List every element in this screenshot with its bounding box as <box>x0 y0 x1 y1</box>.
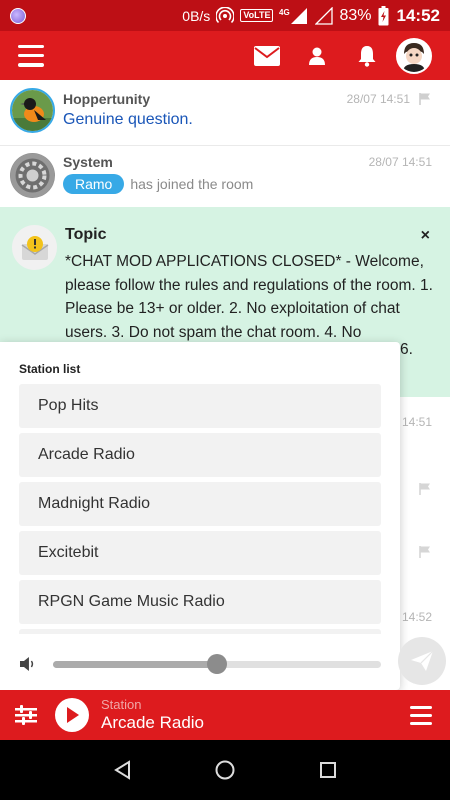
system-nav-bar <box>0 740 450 800</box>
topic-text: *CHAT MOD APPLICATIONS CLOSED* - Welcome… <box>65 253 433 341</box>
volte-badge: VoLTE <box>240 9 274 22</box>
message-time: 14:51 <box>401 415 432 429</box>
system-text: has joined the room <box>130 176 254 192</box>
station-item-partial[interactable] <box>19 629 381 634</box>
menu-icon[interactable] <box>18 44 44 67</box>
flag-icon[interactable] <box>418 545 432 559</box>
station-item[interactable]: Madnight Radio <box>19 482 381 526</box>
topic-title: Topic <box>65 226 107 243</box>
flag-icon[interactable] <box>418 482 432 496</box>
hotspot-icon <box>216 6 235 25</box>
message-username[interactable]: Hoppertunity <box>63 91 150 107</box>
battery-icon <box>378 5 389 26</box>
message-username: System <box>63 154 113 170</box>
station-item[interactable]: RPGN Game Music Radio <box>19 580 381 624</box>
volume-slider[interactable] <box>52 654 381 674</box>
bell-icon[interactable] <box>354 43 380 69</box>
recents-icon[interactable] <box>316 758 340 782</box>
volume-icon <box>19 657 34 671</box>
chat-message: System 28/07 14:51 Ramo has joined the r… <box>0 146 450 207</box>
play-icon <box>67 707 79 723</box>
station-item[interactable]: Pop Hits <box>19 384 381 428</box>
equalizer-icon[interactable] <box>15 705 37 725</box>
volume-fill <box>52 660 217 668</box>
mail-icon[interactable] <box>254 43 280 69</box>
network-speed: 0B/s <box>182 7 211 24</box>
station-label: Station <box>101 697 142 712</box>
message-text: Genuine question. <box>63 111 193 128</box>
status-bar: 0B/s VoLTE 4G 83% 14:52 <box>0 0 450 31</box>
user-icon[interactable] <box>304 43 330 69</box>
station-list[interactable]: Pop Hits Arcade Radio Madnight Radio Exc… <box>19 384 381 634</box>
volume-control <box>19 654 381 674</box>
player-menu-icon[interactable] <box>410 706 432 725</box>
flag-icon[interactable] <box>418 92 432 106</box>
back-icon[interactable] <box>110 758 134 782</box>
system-avatar <box>10 153 55 198</box>
profile-avatar[interactable] <box>396 37 432 74</box>
station-item[interactable]: Arcade Radio <box>19 433 381 477</box>
send-button[interactable] <box>398 637 446 685</box>
chat-message: Hoppertunity 28/07 14:51 Genuine questio… <box>0 80 450 145</box>
message-time: 14:52 <box>401 610 432 624</box>
signal-empty-icon <box>315 6 334 25</box>
send-icon <box>411 650 434 671</box>
station-item[interactable]: Excitebit <box>19 531 381 575</box>
user-avatar[interactable] <box>10 88 55 133</box>
topic-mail-icon <box>12 225 57 270</box>
user-pill[interactable]: Ramo <box>63 174 125 194</box>
app-header <box>0 31 450 80</box>
volume-thumb[interactable] <box>206 654 227 674</box>
topic-text-peek: 6. <box>400 341 413 358</box>
current-station: Arcade Radio <box>101 713 205 732</box>
message-time: 28/07 14:51 <box>346 92 410 106</box>
player-bar: Station Arcade Radio <box>0 690 450 740</box>
station-panel: Station list Pop Hits Arcade Radio Madni… <box>0 342 400 690</box>
svg-text:4G: 4G <box>279 8 290 17</box>
station-list-label: Station list <box>19 362 81 376</box>
play-button[interactable] <box>55 698 89 732</box>
close-icon[interactable]: × <box>421 227 430 245</box>
signal-icon: 4G <box>279 7 309 25</box>
home-icon[interactable] <box>213 758 237 782</box>
clock: 14:52 <box>396 5 440 25</box>
message-time: 28/07 14:51 <box>368 155 432 169</box>
notification-icon <box>10 7 26 24</box>
battery-percent: 83% <box>339 6 372 24</box>
